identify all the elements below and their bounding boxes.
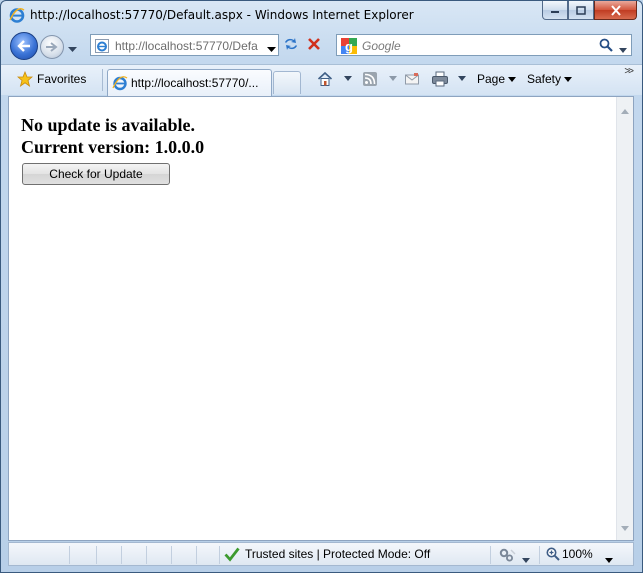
chevron-down-icon [458, 76, 466, 81]
chevron-down-icon [68, 47, 77, 52]
zoom-dropdown[interactable] [605, 552, 613, 566]
addons-dropdown[interactable] [522, 552, 530, 566]
security-zone[interactable]: Trusted sites | Protected Mode: Off [224, 546, 430, 562]
title-bar: http://localhost:57770/Default.aspx - Wi… [1, 1, 642, 29]
forward-button[interactable] [40, 35, 64, 59]
status-divider [96, 546, 97, 564]
scroll-up-arrow-icon[interactable] [621, 103, 629, 117]
chevron-down-icon [389, 76, 397, 81]
toolbar-divider [102, 69, 103, 91]
feeds-dropdown[interactable] [389, 76, 397, 81]
status-bar: Trusted sites | Protected Mode: Off 100% [8, 542, 634, 566]
page-viewport: No update is available. Current version:… [8, 96, 634, 541]
page-icon [94, 38, 110, 57]
tab-label: http://localhost:57770/... [131, 76, 259, 90]
status-divider [539, 546, 540, 564]
status-divider [146, 546, 147, 564]
print-button[interactable] [431, 71, 449, 87]
refresh-button[interactable] [282, 36, 302, 56]
chevron-down-icon [344, 76, 352, 81]
tab-current-page[interactable]: http://localhost:57770/... [107, 69, 272, 96]
chevron-down-icon [267, 47, 276, 52]
scroll-down-arrow-icon[interactable] [621, 520, 629, 534]
zoom-level-button[interactable]: 100% [546, 547, 593, 561]
magnifier-icon [546, 547, 560, 561]
refresh-icon [285, 38, 297, 50]
toolbar-overflow-button[interactable]: >> [624, 66, 634, 77]
printer-icon [432, 71, 448, 87]
current-version-message: Current version: 1.0.0.0 [21, 137, 205, 157]
chevron-down-icon [522, 558, 530, 563]
vertical-scrollbar[interactable] [616, 97, 633, 540]
chevron-down-icon [564, 76, 573, 82]
safety-menu-label: Safety [527, 72, 562, 86]
home-icon [317, 71, 333, 86]
svg-text:g: g [345, 39, 353, 54]
stop-button[interactable] [306, 36, 326, 56]
print-dropdown[interactable] [458, 76, 466, 81]
new-tab-button[interactable] [273, 71, 301, 94]
close-icon [610, 4, 621, 16]
status-divider [219, 546, 220, 564]
favorites-button[interactable]: Favorites [17, 71, 86, 87]
feeds-button[interactable] [362, 71, 378, 87]
maximize-icon [576, 5, 586, 15]
rss-feed-icon [363, 72, 377, 86]
address-dropdown[interactable] [267, 42, 276, 56]
status-divider [171, 546, 172, 564]
star-icon [17, 71, 33, 87]
navigation-bar: http://localhost:57770/Defa g Google [1, 29, 642, 63]
close-window-button[interactable] [594, 1, 637, 20]
back-button[interactable] [10, 32, 38, 60]
favorites-label: Favorites [37, 72, 87, 86]
search-icon[interactable] [599, 38, 613, 55]
forward-arrow-icon [46, 42, 58, 52]
update-status-message: No update is available. [21, 115, 196, 135]
window-controls [542, 1, 637, 21]
read-mail-button[interactable] [404, 71, 420, 87]
status-divider [196, 546, 197, 564]
page-menu-label: Page [477, 72, 506, 86]
chevron-down-icon [605, 558, 613, 563]
ie-page-icon [112, 75, 128, 94]
home-dropdown[interactable] [344, 76, 352, 81]
command-bar: Favorites http://localhost:57770/... Pag… [1, 64, 642, 96]
status-divider [69, 546, 70, 564]
check-for-update-button[interactable]: Check for Update [22, 163, 170, 185]
search-box[interactable]: g Google [336, 34, 632, 56]
status-divider [490, 546, 491, 564]
home-button[interactable] [317, 71, 333, 87]
ie-logo-icon [9, 7, 25, 23]
google-icon: g [340, 37, 358, 58]
page-content: No update is available. Current version:… [9, 97, 617, 540]
recent-pages-dropdown[interactable] [68, 42, 77, 56]
address-bar[interactable]: http://localhost:57770/Defa [90, 34, 279, 56]
minimize-icon [551, 11, 559, 13]
minimize-button[interactable] [542, 1, 568, 20]
status-divider [121, 546, 122, 564]
search-options-dropdown[interactable] [619, 42, 627, 56]
browser-window: http://localhost:57770/Default.aspx - Wi… [0, 0, 643, 573]
address-text: http://localhost:57770/Defa [115, 39, 258, 53]
safety-menu[interactable]: Safety [527, 72, 573, 86]
chevron-down-icon [508, 76, 517, 82]
chevron-down-icon [619, 48, 627, 53]
page-menu[interactable]: Page [477, 72, 517, 86]
window-title: http://localhost:57770/Default.aspx - Wi… [30, 8, 414, 22]
search-placeholder: Google [362, 39, 401, 53]
zoom-level-text: 100% [562, 547, 593, 561]
mail-icon [405, 73, 419, 85]
manage-addons-icon[interactable] [498, 547, 516, 566]
security-zone-text: Trusted sites | Protected Mode: Off [245, 547, 431, 561]
checkmark-icon [224, 547, 240, 562]
stop-icon [308, 38, 320, 50]
back-arrow-icon [17, 40, 30, 52]
maximize-button[interactable] [568, 1, 594, 20]
